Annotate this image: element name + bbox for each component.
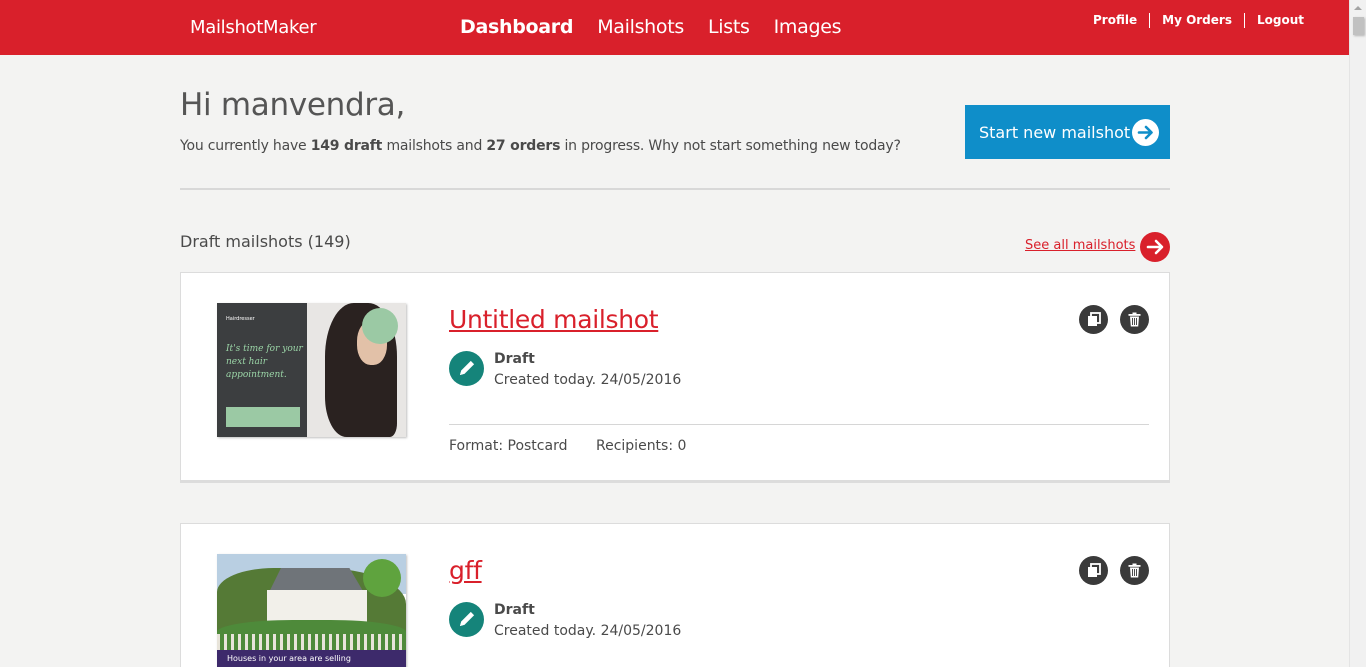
summary-middle: mailshots and [382, 138, 487, 154]
see-all-mailshots-link[interactable]: See all mailshots [1025, 238, 1135, 253]
delete-button[interactable] [1120, 305, 1149, 334]
recipients-label: Recipients: 0 [596, 438, 687, 454]
copy-icon [1088, 312, 1101, 326]
logout-link[interactable]: Logout [1243, 13, 1304, 28]
summary-suffix: in progress. Why not start something new… [560, 138, 901, 154]
mailshot-title-link[interactable]: Untitled mailshot [449, 305, 659, 334]
nav-dashboard[interactable]: Dashboard [460, 16, 573, 38]
status-label: Draft [494, 602, 535, 618]
card-divider [449, 424, 1149, 425]
nav-mailshots[interactable]: Mailshots [597, 16, 684, 38]
start-new-mailshot-button[interactable]: Start new mailshot [965, 105, 1170, 159]
trash-icon [1128, 312, 1141, 327]
arrow-right-icon[interactable] [1140, 232, 1170, 262]
mailshot-thumbnail[interactable]: Hairdresser It's time for your next hair… [217, 303, 406, 437]
created-date: Created today. 24/05/2016 [494, 623, 682, 639]
copy-button[interactable] [1079, 305, 1108, 334]
scrollbar-thumb[interactable] [1353, 17, 1364, 35]
thumbnail-caption: Houses in your area are selling [227, 654, 351, 663]
user-nav: Profile My Orders Logout [1081, 13, 1304, 28]
page-scrollbar[interactable] [1349, 0, 1366, 667]
mailshot-title-link[interactable]: gff [449, 556, 482, 585]
status-label: Draft [494, 351, 535, 367]
delete-button[interactable] [1120, 556, 1149, 585]
my-orders-link[interactable]: My Orders [1149, 13, 1244, 28]
thumbnail-brand: Hairdresser [226, 316, 255, 322]
profile-link[interactable]: Profile [1081, 13, 1149, 28]
thumbnail-badge [362, 308, 398, 344]
thumbnail-heading: It's time for your next hair appointment… [226, 344, 303, 380]
mailshot-thumbnail[interactable]: Houses in your area are selling [217, 554, 406, 667]
orders-count: 27 orders [486, 138, 561, 154]
mailshot-card: Houses in your area are selling gff Draf… [180, 523, 1170, 667]
created-date: Created today. 24/05/2016 [494, 372, 682, 388]
brand-logo[interactable]: MailshotMaker [190, 17, 317, 38]
arrow-right-icon [1132, 119, 1159, 146]
greeting-divider [180, 188, 1170, 190]
copy-icon [1088, 563, 1101, 577]
mailshot-card: Hairdresser It's time for your next hair… [180, 272, 1170, 483]
summary-prefix: You currently have [180, 138, 311, 154]
summary-text: You currently have 149 draft mailshots a… [180, 138, 901, 154]
main-nav: Dashboard Mailshots Lists Images [460, 16, 842, 38]
pencil-icon [449, 351, 484, 386]
draft-count: 149 draft [310, 138, 383, 154]
top-navigation-bar: MailshotMaker Dashboard Mailshots Lists … [0, 0, 1349, 55]
copy-button[interactable] [1079, 556, 1108, 585]
nav-lists[interactable]: Lists [708, 16, 750, 38]
scroll-up-arrow-icon[interactable] [1354, 6, 1362, 10]
drafts-section-title: Draft mailshots (149) [180, 232, 351, 251]
thumbnail-contact-box [226, 407, 300, 427]
thumbnail-badge [363, 559, 401, 597]
nav-images[interactable]: Images [774, 16, 842, 38]
format-label: Format: Postcard [449, 438, 568, 454]
trash-icon [1128, 563, 1141, 578]
greeting-title: Hi manvendra, [180, 87, 406, 123]
thumbnail-fence [217, 634, 406, 650]
pencil-icon [449, 602, 484, 637]
start-button-label: Start new mailshot [979, 122, 1131, 142]
